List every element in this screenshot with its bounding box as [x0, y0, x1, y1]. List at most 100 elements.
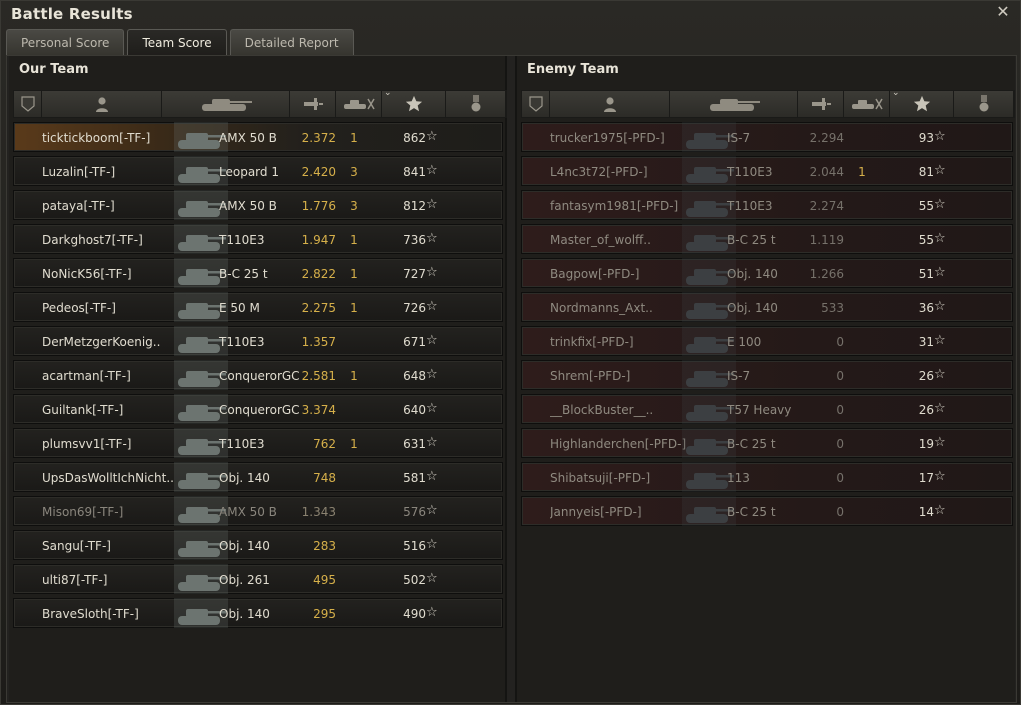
tank-silhouette-icon [172, 188, 228, 222]
vehicle-name: B-C 25 t [727, 505, 776, 519]
table-row[interactable]: Luzalin[-TF-] Leopard 1 2.420 3 841 ☆ [13, 156, 503, 186]
tank-silhouette-icon [172, 358, 228, 392]
table-row[interactable]: Guiltank[-TF-] ConquerorGC 3.374 640 ☆ [13, 394, 503, 424]
table-row[interactable]: Shrem[-PFD-] IS-7 0 26 ☆ [521, 360, 1013, 390]
our-header-damage[interactable] [290, 91, 336, 117]
tank-silhouette-icon [680, 222, 736, 256]
close-icon[interactable]: ✕ [994, 3, 1012, 21]
vehicle-name: E 100 [727, 335, 762, 349]
team-score-content: Our Team ⌄ ticktickboom[-TF-] AMX 50 B 2.3… [6, 55, 1017, 703]
damage-value: 0 [836, 471, 844, 485]
our-header-medal[interactable] [446, 91, 506, 117]
damage-value: 748 [313, 471, 336, 485]
table-row[interactable]: UpsDasWolltIchNicht.. Obj. 140 748 581 ☆ [13, 462, 503, 492]
player-name: Pedeos[-TF-] [42, 301, 116, 315]
kills-value: 3 [350, 165, 358, 179]
table-row[interactable]: Nordmanns_Axt.. Obj. 140 533 36 ☆ [521, 292, 1013, 322]
table-row[interactable]: ulti87[-TF-] Obj. 261 495 502 ☆ [13, 564, 503, 594]
enemy-team-list: trucker1975[-PFD-] IS-7 2.294 93 ☆ L4nc3t72[-… [521, 122, 1013, 530]
our-header-vehicle[interactable] [162, 91, 290, 117]
damage-value: 533 [821, 301, 844, 315]
table-row[interactable]: ticktickboom[-TF-] AMX 50 B 2.372 1 862 ☆ [13, 122, 503, 152]
star-icon: ☆ [934, 333, 946, 348]
tank-silhouette-icon [172, 324, 228, 358]
our-header-kills[interactable] [336, 91, 382, 117]
our-header-experience-star[interactable]: ⌄ [382, 88, 446, 117]
enemy-header-squad[interactable] [522, 91, 550, 117]
experience-value: 841 [403, 165, 426, 179]
table-row[interactable]: __BlockBuster__.. T57 Heavy 0 26 ☆ [521, 394, 1013, 424]
table-row[interactable]: Sangu[-TF-] Obj. 140 283 516 ☆ [13, 530, 503, 560]
vehicle-name: Obj. 140 [219, 607, 270, 621]
table-row[interactable]: Bagpow[-PFD-] Obj. 140 1.266 51 ☆ [521, 258, 1013, 288]
experience-value: 631 [403, 437, 426, 451]
our-header-player[interactable] [42, 91, 162, 117]
experience-value: 727 [403, 267, 426, 281]
tank-silhouette-icon [680, 494, 736, 528]
star-icon: ☆ [426, 469, 438, 484]
table-row[interactable]: L4nc3t72[-PFD-] T110E3 2.044 1 81 ☆ [521, 156, 1013, 186]
table-row[interactable]: Mison69[-TF-] AMX 50 B 1.343 576 ☆ [13, 496, 503, 526]
tank-silhouette-icon [172, 494, 228, 528]
vehicle-name: T110E3 [219, 233, 265, 247]
damage-icon [302, 96, 324, 112]
vehicle-name: T57 Heavy [727, 403, 792, 417]
table-row[interactable]: BraveSloth[-TF-] Obj. 140 295 490 ☆ [13, 598, 503, 628]
table-row[interactable]: Master_of_wolff.. B-C 25 t 1.119 55 ☆ [521, 224, 1013, 254]
vehicle-name: AMX 50 B [219, 199, 277, 213]
tank-silhouette-icon [680, 460, 736, 494]
table-row[interactable]: pataya[-TF-] AMX 50 B 1.776 3 812 ☆ [13, 190, 503, 220]
table-row[interactable]: Darkghost7[-TF-] T110E3 1.947 1 736 ☆ [13, 224, 503, 254]
table-row[interactable]: Highlanderchen[-PFD-] B-C 25 t 0 19 ☆ [521, 428, 1013, 458]
vehicle-name: Leopard 1 [219, 165, 279, 179]
star-icon: ☆ [426, 503, 438, 518]
kills-icon [342, 96, 376, 112]
damage-value: 2.581 [301, 369, 336, 383]
damage-value: 762 [313, 437, 336, 451]
player-name: __BlockBuster__.. [550, 403, 654, 417]
player-name: Highlanderchen[-PFD-] [550, 437, 687, 451]
tab-personal-score[interactable]: Personal Score [6, 29, 125, 55]
experience-value: 502 [403, 573, 426, 587]
table-row[interactable]: Pedeos[-TF-] E 50 M 2.275 1 726 ☆ [13, 292, 503, 322]
enemy-header-vehicle[interactable] [670, 91, 798, 117]
experience-value: 93 [918, 131, 934, 145]
kills-value: 1 [858, 165, 866, 179]
table-row[interactable]: Shibatsuji[-PFD-] 113 0 17 ☆ [521, 462, 1013, 492]
enemy-header-player[interactable] [550, 91, 670, 117]
star-icon: ☆ [934, 163, 946, 178]
kills-value: 1 [350, 131, 358, 145]
player-icon [94, 96, 110, 112]
star-icon: ☆ [426, 605, 438, 620]
enemy-header-kills[interactable] [844, 91, 890, 117]
damage-value: 3.374 [301, 403, 336, 417]
enemy-header-medal[interactable] [954, 91, 1014, 117]
our-header-squad[interactable] [14, 91, 42, 117]
table-row[interactable]: DerMetzgerKoenig.. T110E3 1.357 671 ☆ [13, 326, 503, 356]
tab-detailed-report[interactable]: Detailed Report [229, 29, 354, 55]
vehicle-name: T110E3 [219, 335, 265, 349]
star-icon: ☆ [426, 299, 438, 314]
player-name: ulti87[-TF-] [42, 573, 108, 587]
squad-icon [20, 96, 35, 112]
table-row[interactable]: Jannyeis[-PFD-] B-C 25 t 0 14 ☆ [521, 496, 1013, 526]
enemy-header-damage[interactable] [798, 91, 844, 117]
table-row[interactable]: NoNicK56[-TF-] B-C 25 t 2.822 1 727 ☆ [13, 258, 503, 288]
table-row[interactable]: trucker1975[-PFD-] IS-7 2.294 93 ☆ [521, 122, 1013, 152]
table-row[interactable]: plumsvv1[-TF-] T110E3 762 1 631 ☆ [13, 428, 503, 458]
star-icon: ☆ [426, 265, 438, 280]
star-icon: ☆ [934, 299, 946, 314]
tank-silhouette-icon [172, 154, 228, 188]
enemy-header-experience-star[interactable]: ⌄ [890, 88, 954, 117]
tank-silhouette-icon [172, 562, 228, 596]
player-name: Mison69[-TF-] [42, 505, 124, 519]
player-name: Jannyeis[-PFD-] [550, 505, 642, 519]
table-row[interactable]: acartman[-TF-] ConquerorGC 2.581 1 648 ☆ [13, 360, 503, 390]
damage-value: 283 [313, 539, 336, 553]
experience-value: 640 [403, 403, 426, 417]
table-row[interactable]: trinkfix[-PFD-] E 100 0 31 ☆ [521, 326, 1013, 356]
tab-team-score[interactable]: Team Score [127, 29, 227, 55]
table-row[interactable]: fantasym1981[-PFD-] T110E3 2.274 55 ☆ [521, 190, 1013, 220]
kills-value: 1 [350, 437, 358, 451]
vehicle-name: ConquerorGC [219, 369, 300, 383]
